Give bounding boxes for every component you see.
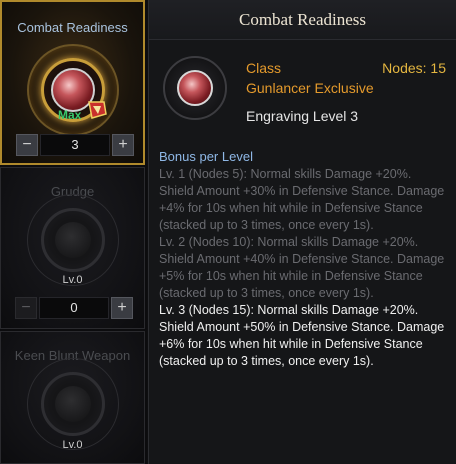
slot-level: Lv.0 (62, 439, 83, 451)
level-bonus-1: Lv. 1 (Nodes 5): Normal skills Damage +2… (159, 167, 445, 232)
max-label: Max (58, 108, 82, 122)
class-label: Class (246, 60, 282, 76)
engraving-slot-keen-blunt-weapon[interactable]: Keen Blunt Weapon Lv.0 (0, 331, 145, 464)
increase-button[interactable]: + (112, 134, 134, 156)
level-bonus-3: Lv. 3 (Nodes 15): Normal skills Damage +… (159, 303, 445, 368)
engraving-tooltip: Combat Readiness Class Nodes: 15 Gunlanc… (148, 0, 456, 464)
slot-title: Combat Readiness (17, 20, 128, 35)
tooltip-title: Combat Readiness (238, 10, 366, 29)
decrease-button[interactable]: − (15, 297, 37, 319)
level-stepper: − 3 + (16, 134, 134, 156)
max-flag-icon (88, 101, 107, 119)
decrease-button[interactable]: − (16, 134, 38, 156)
engraving-list: Combat Readiness Max − 3 + Grudge Lv.0 −… (0, 0, 147, 464)
level-bonus-2: Lv. 2 (Nodes 10): Normal skills Damage +… (159, 235, 445, 300)
skull-gem-icon (54, 222, 91, 258)
level-stepper: − 0 + (15, 297, 133, 319)
level-value: 0 (39, 297, 109, 319)
slot-level: Lv.0 (62, 274, 83, 286)
shield-gem-icon (177, 70, 213, 106)
engraving-slot-combat-readiness[interactable]: Combat Readiness Max − 3 + (0, 0, 145, 165)
level-bonus-list: Lv. 1 (Nodes 5): Normal skills Damage +2… (159, 166, 449, 370)
engraving-slot-grudge[interactable]: Grudge Lv.0 − 0 + (0, 167, 145, 329)
exclusive-label: Gunlancer Exclusive (246, 80, 374, 96)
nodes-count: Nodes: 15 (382, 60, 446, 76)
engraving-level: Engraving Level 3 (246, 108, 359, 124)
tooltip-header: Combat Readiness (149, 0, 456, 40)
increase-button[interactable]: + (111, 297, 133, 319)
level-value: 3 (40, 134, 110, 156)
engraving-icon-frame (163, 56, 227, 120)
hammer-gem-icon (54, 386, 91, 422)
bonus-heading: Bonus per Level (159, 149, 253, 164)
